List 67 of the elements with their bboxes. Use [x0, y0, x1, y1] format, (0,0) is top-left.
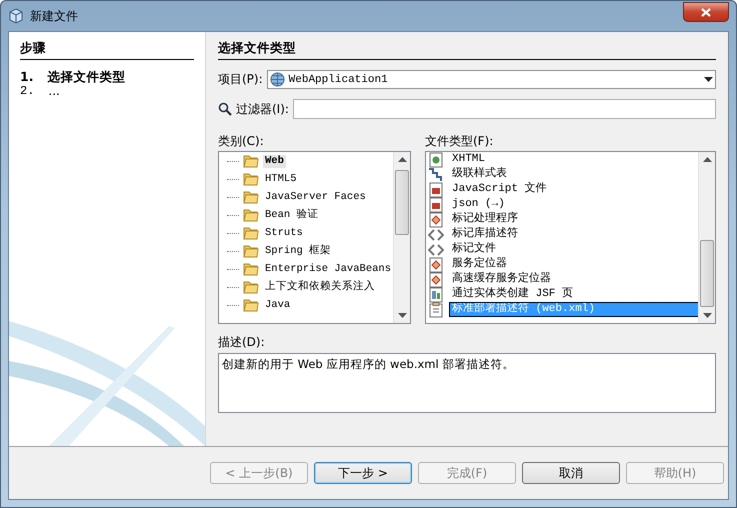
file-types-label: 文件类型(F): — [425, 133, 494, 150]
category-item[interactable]: Enterprise JavaBeans — [263, 262, 393, 276]
class-file-icon — [428, 272, 444, 288]
dropdown-caret-icon[interactable] — [704, 77, 713, 82]
folder-icon — [243, 171, 259, 187]
file-type-item[interactable]: 通过实体类创建 JSF 页 — [450, 288, 698, 301]
folder-icon — [243, 189, 259, 205]
tag-brackets-icon — [428, 226, 444, 242]
globe-icon — [270, 72, 285, 87]
scroll-down-icon[interactable] — [398, 313, 406, 318]
folder-icon — [243, 153, 259, 169]
folder-icon — [243, 243, 259, 259]
category-item[interactable]: HTML5 — [263, 172, 299, 186]
category-item[interactable]: Struts — [263, 226, 305, 240]
category-item[interactable]: Bean 验证 — [263, 208, 321, 222]
dialog-button[interactable]: 下一步 > — [314, 462, 412, 484]
file-type-item[interactable]: 服务定位器 — [450, 258, 698, 271]
file-type-item[interactable]: 高速缓存服务定位器 — [450, 273, 698, 286]
scroll-up-icon[interactable] — [702, 157, 712, 162]
file-type-item[interactable]: 标记处理程序 — [450, 213, 698, 226]
folder-icon — [243, 261, 259, 277]
folder-icon — [243, 225, 259, 241]
description-label: 描述(D): — [218, 334, 266, 351]
close-button[interactable] — [683, 2, 729, 22]
class-file-icon — [428, 212, 444, 228]
folder-icon — [243, 207, 259, 223]
scroll-down-icon[interactable] — [702, 313, 712, 318]
panel-heading: 选择文件类型 — [218, 40, 716, 60]
folder-icon — [243, 297, 259, 313]
category-item[interactable]: Java — [263, 298, 292, 312]
step-number: 1. — [20, 70, 34, 84]
file-type-item[interactable]: 标记库描述符 — [450, 228, 698, 241]
entity-file-icon — [428, 286, 444, 302]
description-box: 创建新的用于 Web 应用程序的 web.xml 部署描述符。 — [218, 353, 716, 413]
category-item[interactable]: JavaServer Faces — [263, 190, 368, 204]
stairs-icon — [428, 166, 444, 182]
tag-brackets-icon — [428, 242, 444, 258]
file-type-item[interactable]: JavaScript 文件 — [450, 183, 698, 196]
folder-icon — [243, 279, 259, 295]
step-label: 选择文件类型 — [47, 70, 126, 84]
window-title: 新建文件 — [30, 8, 78, 24]
project-dropdown[interactable]: WebApplication1 — [266, 70, 716, 89]
scrollbar[interactable] — [698, 152, 715, 323]
scrollbar[interactable] — [393, 152, 410, 323]
category-item[interactable]: Spring 框架 — [263, 244, 334, 258]
script-file-icon — [428, 196, 444, 212]
close-icon — [701, 8, 711, 16]
script-file-icon — [428, 182, 444, 198]
project-label: 项目(P): — [218, 71, 263, 88]
file-type-item[interactable]: 级联样式表 — [450, 168, 698, 181]
filter-label: 过滤器(I): — [236, 100, 289, 118]
file-type-item[interactable]: json (→) — [450, 198, 698, 211]
filter-field[interactable] — [292, 99, 716, 119]
steps-heading: 步骤 — [20, 40, 194, 60]
class-file-icon — [428, 256, 444, 272]
cube-icon — [8, 8, 24, 24]
step-number: 2. — [20, 84, 34, 98]
dialog-button[interactable]: 取消 — [522, 462, 620, 484]
search-icon — [218, 102, 232, 116]
file-type-item[interactable]: XHTML — [450, 153, 698, 166]
scroll-up-icon[interactable] — [398, 157, 406, 162]
file-type-item[interactable]: 标记文件 — [450, 243, 698, 256]
step-label: ... — [48, 84, 60, 98]
categories-label: 类别(C): — [218, 133, 265, 150]
category-item[interactable]: 上下文和依赖关系注入 — [263, 280, 377, 294]
category-item[interactable]: Web — [263, 154, 286, 168]
descriptor-file-icon — [428, 302, 444, 318]
